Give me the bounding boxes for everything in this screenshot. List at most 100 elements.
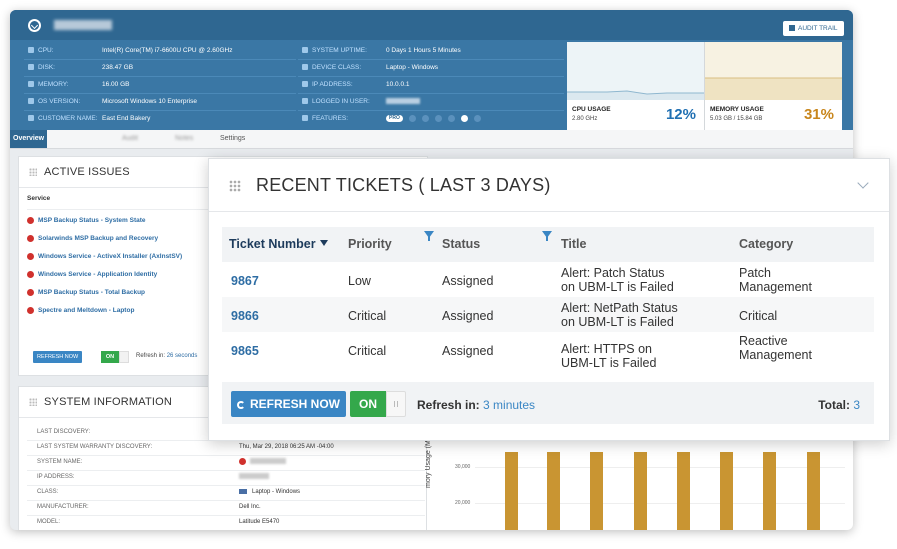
drag-handle-icon[interactable] xyxy=(29,398,37,406)
info-label: IP ADDRESS: xyxy=(302,78,353,92)
issue-item[interactable]: Windows Service - ActiveX Installer (AxI… xyxy=(27,253,182,260)
issues-toggle-knob[interactable] xyxy=(119,351,129,363)
ticket-status: Assigned xyxy=(442,274,494,288)
divider xyxy=(298,76,564,77)
error-icon xyxy=(27,253,34,260)
sys-row-class: CLASS: Laptop - Windows xyxy=(27,485,425,501)
antenna-icon[interactable] xyxy=(473,114,481,122)
column-title[interactable]: Title xyxy=(561,237,586,251)
memory-usage-percent: 31% xyxy=(803,106,834,123)
sys-label: LAST DISCOVERY: xyxy=(37,429,91,435)
divider xyxy=(298,59,564,60)
filter-status-icon[interactable] xyxy=(542,231,552,241)
auto-refresh-toggle[interactable]: ON xyxy=(350,391,386,417)
filter-priority-icon[interactable] xyxy=(424,231,434,241)
sys-label: MANUFACTURER: xyxy=(37,504,89,510)
recent-tickets-card: RECENT TICKETS ( LAST 3 DAYS) Ticket Num… xyxy=(208,158,890,441)
issue-item[interactable]: Windows Service - Application Identity xyxy=(27,271,157,278)
info-label: LOGGED IN USER: xyxy=(302,95,370,109)
memory-usage-sparkline xyxy=(705,77,842,100)
remote-icon[interactable] xyxy=(460,114,468,122)
memory-usage-widget: MEMORY USAGE 5.03 GB / 15.84 GB 31% xyxy=(704,42,842,130)
issue-item[interactable]: Spectre and Meltdown - Laptop xyxy=(27,307,134,314)
column-priority[interactable]: Priority xyxy=(348,237,392,251)
sys-label: SYSTEM NAME: xyxy=(37,459,83,465)
shield-icon[interactable] xyxy=(408,114,416,122)
sys-row-manufacturer: MANUFACTURER: Dell Inc. xyxy=(27,500,425,516)
customer-icon xyxy=(28,115,34,122)
active-issues-title: ACTIVE ISSUES xyxy=(44,166,130,178)
cpu-usage-sub: 2.80 GHz xyxy=(572,116,598,122)
memory-bar xyxy=(807,452,820,530)
sys-label: MODEL: xyxy=(37,519,61,525)
windows-icon xyxy=(28,98,34,105)
device-icon xyxy=(302,64,308,71)
column-category[interactable]: Category xyxy=(739,237,793,251)
ticket-number-link[interactable]: 9866 xyxy=(231,309,259,323)
memory-bar xyxy=(677,452,690,530)
collapse-circle-icon[interactable] xyxy=(28,19,41,32)
ip-redacted xyxy=(239,473,269,480)
info-value xyxy=(386,95,420,109)
issue-item[interactable]: MSP Backup Status - Total Backup xyxy=(27,289,145,296)
recent-tickets-footer: REFRESH NOW ON Refresh in: 3 minutes Tot… xyxy=(222,382,874,424)
memory-usage-chart: mory Usage (MB) 30,000 20,000 xyxy=(425,433,853,530)
audit-trail-button[interactable]: AUDIT TRAIL xyxy=(783,21,844,36)
drag-handle-icon[interactable] xyxy=(29,168,37,176)
user-redacted xyxy=(386,98,420,105)
pro-badge: PRO xyxy=(386,114,403,122)
hostname-redacted xyxy=(54,20,112,30)
info-row-customer: CUSTOMER NAME: East End Bakery xyxy=(24,112,294,126)
info-row-ip: IP ADDRESS: 10.0.0.1 xyxy=(298,78,564,92)
memory-bar xyxy=(505,452,518,530)
memory-bar xyxy=(547,452,560,530)
divider xyxy=(24,110,296,111)
refresh-icon xyxy=(237,401,245,409)
system-information-title: SYSTEM INFORMATION xyxy=(44,396,173,408)
system-name-redacted xyxy=(250,458,286,465)
table-row[interactable]: 9867 Low Assigned Alert: Patch Status on … xyxy=(222,262,874,297)
tab-settings[interactable]: Settings xyxy=(220,130,245,148)
lock-icon[interactable] xyxy=(421,114,429,122)
settings-icon[interactable] xyxy=(447,114,455,122)
table-row[interactable]: 9866 Critical Assigned Alert: NetPath St… xyxy=(222,297,874,332)
chevron-down-icon[interactable] xyxy=(857,177,869,189)
sys-label: IP ADDRESS: xyxy=(37,474,75,480)
tab-notes[interactable]: Notes xyxy=(175,130,193,148)
recent-tickets-header: RECENT TICKETS ( LAST 3 DAYS) xyxy=(209,159,889,212)
ticket-title: Alert: HTTPS on UBM-LT is Failed xyxy=(561,342,657,370)
ticket-category: Critical xyxy=(739,309,778,323)
cpu-usage-widget: CPU USAGE 2.80 GHz 12% xyxy=(567,42,704,130)
ticket-priority: Critical xyxy=(348,309,387,323)
tab-audit[interactable]: Audit xyxy=(122,130,138,148)
refresh-now-button[interactable]: REFRESH NOW xyxy=(231,391,346,417)
column-status[interactable]: Status xyxy=(442,237,480,251)
info-value: 10.0.0.1 xyxy=(386,81,410,88)
info-label: CUSTOMER NAME: xyxy=(28,112,97,126)
toggle-knob[interactable] xyxy=(386,391,406,417)
issue-item[interactable]: MSP Backup Status - System State xyxy=(27,217,146,224)
device-tabs: Overview Audit Notes Settings xyxy=(10,130,853,149)
tab-overview[interactable]: Overview xyxy=(10,130,48,148)
issues-refresh-button[interactable]: REFRESH NOW xyxy=(33,351,83,363)
ticket-title: Alert: NetPath Status on UBM-LT is Failed xyxy=(561,301,678,329)
issue-item[interactable]: Solarwinds MSP Backup and Recovery xyxy=(27,235,158,242)
backup-icon[interactable] xyxy=(434,114,442,122)
ticket-category: Patch Management xyxy=(739,266,812,294)
info-row-os: OS VERSION: Microsoft Windows 10 Enterpr… xyxy=(24,95,294,109)
memory-chart-tick: 30,000 xyxy=(455,464,471,470)
ticket-number-link[interactable]: 9865 xyxy=(231,344,259,358)
ticket-number-link[interactable]: 9867 xyxy=(231,274,259,288)
issues-auto-refresh-toggle[interactable]: ON xyxy=(101,351,119,363)
info-row-cpu: CPU: Intel(R) Core(TM) i7-6600U CPU @ 2.… xyxy=(24,44,294,58)
info-label: OS VERSION: xyxy=(28,95,80,109)
sys-value: Laptop - Windows xyxy=(239,485,300,500)
cpu-usage-sparkline xyxy=(567,90,704,100)
sys-value xyxy=(239,455,286,470)
table-row[interactable]: 9865 Critical Assigned Alert: HTTPS on UB… xyxy=(222,332,874,370)
column-ticket-number[interactable]: Ticket Number xyxy=(229,237,328,251)
tab-redacted[interactable] xyxy=(60,130,100,148)
info-label: CPU: xyxy=(28,44,54,58)
service-column-header: Service xyxy=(27,195,51,202)
drag-handle-icon[interactable] xyxy=(229,180,241,192)
